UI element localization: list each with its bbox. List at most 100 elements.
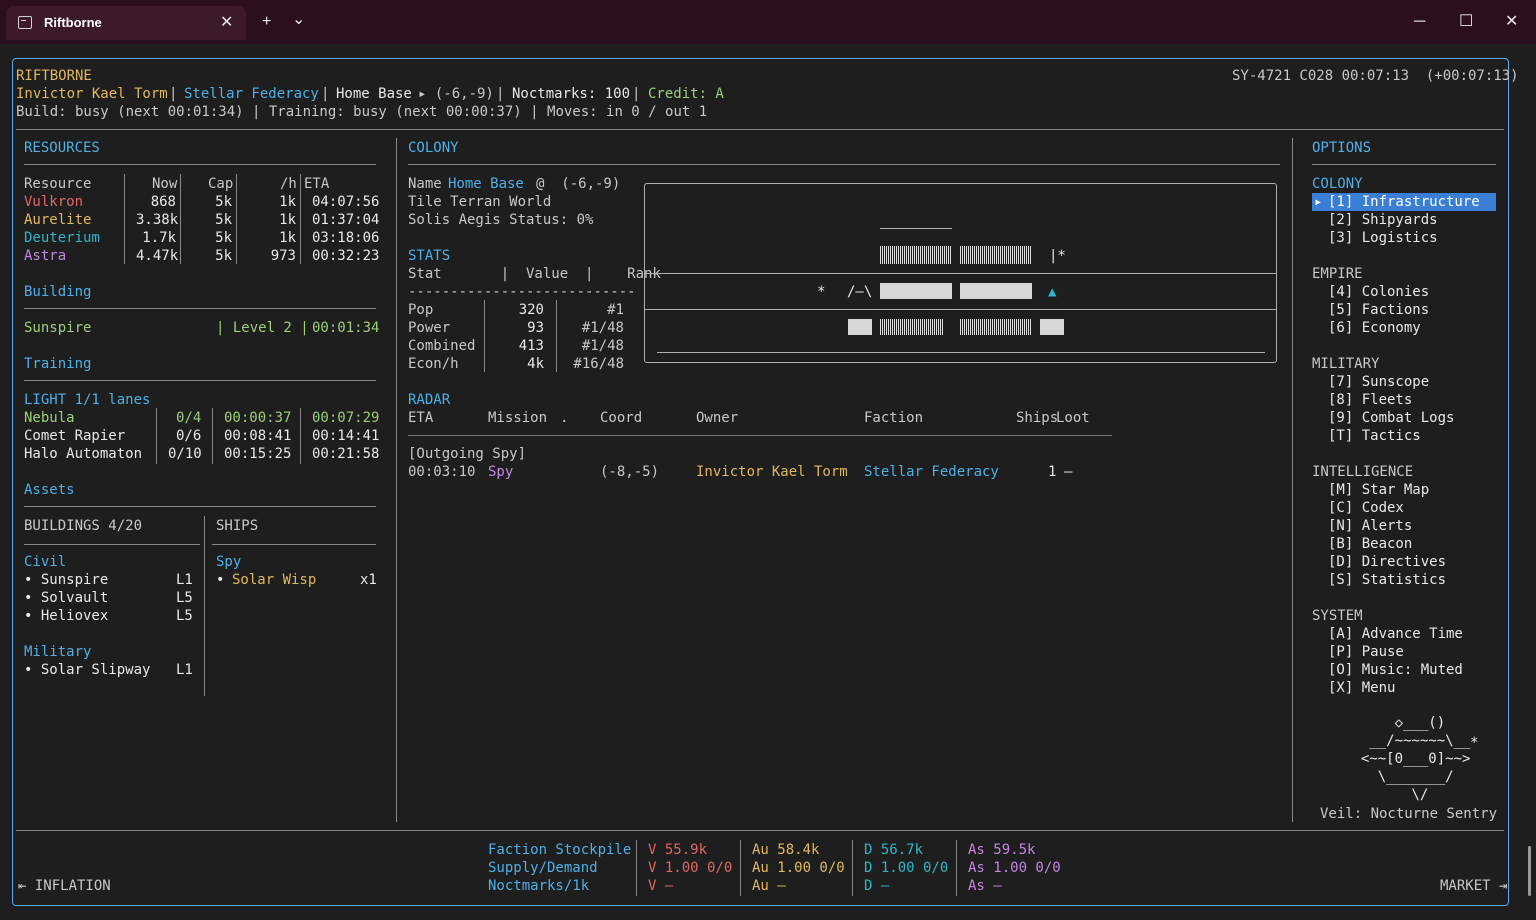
ships-rule: [212, 544, 376, 545]
separator: |: [321, 86, 330, 102]
stat-name: Combined: [408, 338, 476, 354]
map-building-block: [960, 319, 1032, 335]
radar-header-loot: Loot: [1056, 410, 1090, 426]
menu-item-tactics[interactable]: [T] Tactics: [1328, 427, 1421, 445]
base-name: Home Base: [336, 86, 412, 102]
inflation-button[interactable]: ⇤ INFLATION: [18, 877, 111, 895]
menu-item-advance-time[interactable]: [A] Advance Time: [1328, 625, 1463, 643]
tab-dropdown-icon[interactable]: ⌄: [292, 10, 305, 30]
stat-rank: #16/48: [573, 356, 624, 372]
assets-title: Assets: [24, 482, 75, 498]
menu-item-star-map[interactable]: [M] Star Map: [1328, 481, 1429, 499]
training-count: 0/6: [176, 428, 202, 444]
map-star-icon: *: [817, 284, 826, 300]
stat-value: 4k: [527, 356, 544, 372]
sentry-art-line: \_______/: [1344, 769, 1454, 785]
training-total: 00:14:41: [312, 428, 380, 444]
footer-col-divider: [956, 840, 957, 896]
building-level: | Level 2 |: [216, 320, 309, 336]
training-count: 0/4: [176, 410, 202, 426]
training-unit: Halo Automaton: [24, 446, 143, 462]
market-value: Au 58.4k: [752, 842, 820, 858]
resource-eta: 04:07:56: [312, 194, 380, 210]
menu-item-shipyards[interactable]: [2] Shipyards: [1328, 211, 1438, 229]
game-name: RIFTBORNE: [16, 68, 92, 84]
menu-item-factions[interactable]: [5] Factions: [1328, 301, 1429, 319]
menu-item-directives[interactable]: [D] Directives: [1328, 553, 1446, 571]
colony-name-label: Name: [408, 176, 442, 192]
menu-item-sunscope[interactable]: [7] Sunscope: [1328, 373, 1429, 391]
status-line: Build: busy (next 00:01:34) | Training: …: [16, 104, 708, 120]
market-button[interactable]: MARKET ⇥: [1440, 877, 1507, 895]
colony-map[interactable]: |* * /—\ ▲: [644, 183, 1277, 363]
menu-item-combat-logs[interactable]: [9] Combat Logs: [1328, 409, 1454, 427]
training-count: 0/10: [168, 446, 202, 462]
resource-now: 1.7k: [142, 230, 176, 246]
close-window-button[interactable]: ✕: [1505, 12, 1518, 32]
maximize-button[interactable]: ☐: [1459, 12, 1473, 32]
menu-item-pause[interactable]: [P] Pause: [1328, 643, 1404, 661]
resource-cap: 5k: [215, 230, 232, 246]
training-lanes: LIGHT 1/1 lanes: [24, 392, 151, 408]
resource-now: 3.38k: [136, 212, 179, 228]
menu-item-beacon[interactable]: [B] Beacon: [1328, 535, 1412, 553]
map-row-line: [645, 309, 1276, 310]
tab-close-icon[interactable]: ✕: [220, 12, 233, 32]
sentry-art-line: ◇___(): [1344, 715, 1446, 731]
radar-ships: 1: [1048, 464, 1057, 480]
menu-item-logistics[interactable]: [3] Logistics: [1328, 229, 1438, 247]
training-total: 00:07:29: [312, 410, 380, 426]
scrollbar[interactable]: [1528, 846, 1531, 896]
menu-item-statistics[interactable]: [S] Statistics: [1328, 571, 1446, 589]
stat-name: Econ/h: [408, 356, 459, 372]
menu-item-economy[interactable]: [6] Economy: [1328, 319, 1421, 337]
stat-rank: #1: [607, 302, 624, 318]
map-building-block: [1040, 319, 1064, 335]
resource-name: Deuterium: [24, 230, 100, 246]
map-building-block: [960, 283, 1032, 299]
resource-name: Astra: [24, 248, 67, 264]
radar-title: RADAR: [408, 392, 451, 408]
menu-group-colony: COLONY: [1312, 176, 1363, 192]
menu-item-infrastructure[interactable]: ▸ [1] Infrastructure: [1312, 193, 1496, 211]
resources-rule: [24, 164, 376, 165]
radar-header-eta: ETA: [408, 410, 434, 426]
tab-riftborne[interactable]: Riftborne ✕: [6, 6, 246, 40]
map-building-block: [880, 283, 952, 299]
options-title: OPTIONS: [1312, 140, 1372, 156]
header-divider: [16, 129, 1504, 130]
minimize-button[interactable]: ─: [1414, 12, 1425, 32]
menu-item-codex[interactable]: [C] Codex: [1328, 499, 1404, 517]
menu-item-colonies[interactable]: [4] Colonies: [1328, 283, 1429, 301]
ship-bullet: •: [216, 572, 225, 588]
col-header-rate: /h: [280, 176, 297, 192]
footer-divider: [16, 830, 1504, 831]
resource-rate: 1k: [279, 194, 296, 210]
menu-item-fleets[interactable]: [8] Fleets: [1328, 391, 1412, 409]
separator: |: [169, 86, 178, 102]
sentry-art-line: __/~~~~~~\__: [1344, 733, 1471, 749]
colony-rule: [408, 164, 1280, 165]
menu-item-music[interactable]: [O] Music: Muted: [1328, 661, 1463, 679]
stats-title: STATS: [408, 248, 451, 264]
radar-faction: Stellar Federacy: [864, 464, 999, 480]
colony-name: Home Base: [448, 176, 524, 192]
menu-item-menu[interactable]: [X] Menu: [1328, 679, 1395, 697]
sentry-art-line: <~~[0___0]~~>: [1344, 751, 1471, 767]
building-level: L1: [176, 572, 193, 588]
market-value: D –: [864, 878, 890, 894]
resource-name: Aurelite: [24, 212, 92, 228]
radar-header-owner: Owner: [696, 410, 739, 426]
building-level: L5: [176, 590, 193, 606]
new-tab-button[interactable]: +: [262, 12, 271, 32]
building-item: • Solvault: [24, 590, 109, 606]
map-ground-line: [657, 352, 1265, 353]
training-col-divider: [212, 408, 213, 464]
building-name: Sunspire: [24, 320, 92, 336]
credit: Credit: A: [648, 86, 724, 102]
market-value: D 1.00 0/0: [864, 860, 949, 876]
menu-item-alerts[interactable]: [N] Alerts: [1328, 517, 1412, 535]
menu-item-label: [1] Infrastructure: [1328, 194, 1480, 210]
map-building-block: [880, 246, 952, 264]
market-value: Au –: [752, 878, 786, 894]
